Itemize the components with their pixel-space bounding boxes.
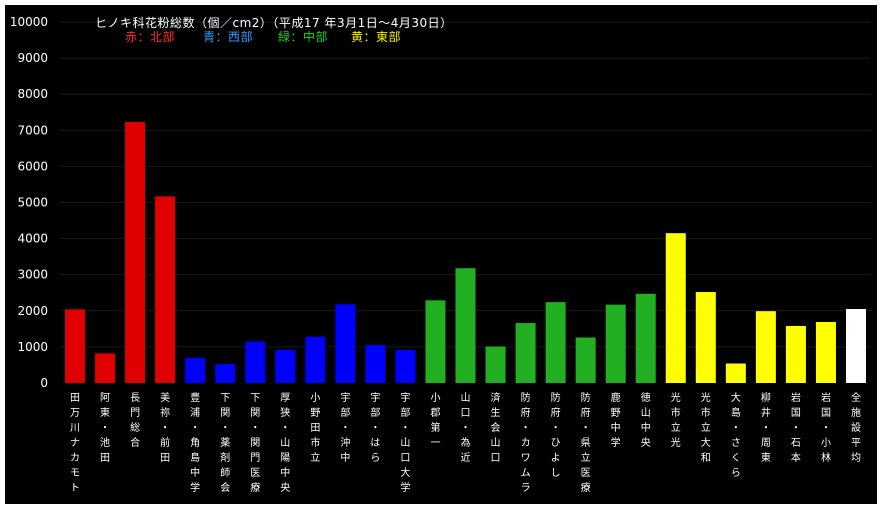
x-tick-label: 防府・ひよし — [551, 391, 561, 479]
bar — [575, 337, 596, 383]
x-tick-label: 防府・カワムラ — [521, 391, 531, 494]
x-tick-label: 光市立大和 — [701, 391, 711, 464]
y-tick-label: 3000 — [17, 268, 48, 282]
bar — [365, 345, 386, 383]
y-tick-label: 4000 — [17, 232, 48, 246]
legend-central: 緑：中部 — [278, 30, 329, 44]
bar — [275, 349, 296, 383]
x-tick-label: 光市立光 — [671, 391, 681, 449]
x-tick-label: 豊浦・角島中学 — [190, 391, 200, 494]
y-tick-label: 10000 — [10, 15, 48, 29]
x-tick-label: 阿東・池田 — [100, 392, 110, 464]
bar — [425, 300, 446, 383]
bar — [335, 304, 356, 383]
bar — [515, 323, 536, 383]
bar — [455, 268, 476, 383]
x-tick-label: 宇部・はら — [370, 391, 380, 464]
bar — [125, 121, 146, 383]
bar — [845, 308, 866, 383]
y-tick-label: 2000 — [17, 304, 48, 318]
x-tick-label: 長門総合 — [130, 392, 140, 449]
x-tick-label: 岩国・小林 — [821, 391, 831, 464]
bar — [305, 336, 326, 383]
x-tick-label: 宇部・山口大学 — [400, 391, 410, 494]
x-tick-label: 徳山中央 — [641, 391, 651, 449]
bar — [485, 346, 506, 383]
x-tick-label: 済生会山口 — [491, 391, 501, 464]
bar-chart: 0 1000 2000 3000 4000 5000 6000 7000 8000 9000 100… — [10, 15, 871, 494]
y-tick-label: 8000 — [17, 87, 48, 101]
x-tick-label: 美祢・前田 — [160, 391, 170, 464]
x-tick-label: 全施設平均 — [851, 391, 861, 464]
bar — [635, 293, 656, 383]
legend-east: 黄：東部 — [351, 30, 402, 44]
x-tick-label: 小郡第一 — [430, 392, 440, 449]
x-tick-label: 山口・為近 — [461, 392, 471, 464]
bar — [155, 196, 176, 383]
x-tick-label: 田万川ナカモト — [70, 393, 80, 494]
y-tick-label: 5000 — [17, 196, 48, 210]
y-tick-label: 7000 — [17, 123, 48, 137]
x-tick-label: 下関・薬剤師会 — [220, 393, 230, 494]
x-tick-label: 鹿野中学 — [611, 391, 621, 449]
bar — [695, 292, 716, 383]
bar — [545, 302, 566, 383]
bar — [65, 309, 86, 383]
y-tick-label: 6000 — [17, 159, 48, 173]
bar — [785, 325, 806, 383]
bar — [815, 321, 836, 383]
x-tick-label: 宇部・沖中 — [340, 391, 350, 464]
chart-frame: 0 1000 2000 3000 4000 5000 6000 7000 8000 9000 100… — [5, 5, 877, 504]
bar — [185, 357, 206, 383]
bar — [725, 363, 746, 383]
bar — [245, 341, 266, 383]
legend-north: 赤：北部 — [125, 30, 176, 44]
x-tick-label: 小野田市立 — [310, 392, 320, 464]
x-tick-label: 岩国・石本 — [791, 391, 801, 464]
legend-west: 青：西部 — [203, 30, 254, 44]
bar — [95, 353, 116, 383]
x-tick-label: 大島・さくら — [731, 391, 741, 479]
bar — [605, 304, 626, 383]
y-tick-label: 9000 — [17, 51, 48, 65]
y-tick-label: 0 — [40, 376, 48, 390]
x-tick-label: 柳井・周東 — [761, 391, 771, 464]
x-tick-label: 防府・県立医療 — [581, 391, 591, 494]
x-tick-label: 厚狭・山陽中央 — [280, 392, 290, 494]
bar — [755, 311, 776, 383]
y-tick-label: 1000 — [17, 340, 48, 354]
x-tick-label: 下関・関門医療 — [250, 393, 260, 494]
bar — [665, 233, 686, 383]
bar — [395, 349, 416, 383]
bar — [215, 363, 236, 383]
